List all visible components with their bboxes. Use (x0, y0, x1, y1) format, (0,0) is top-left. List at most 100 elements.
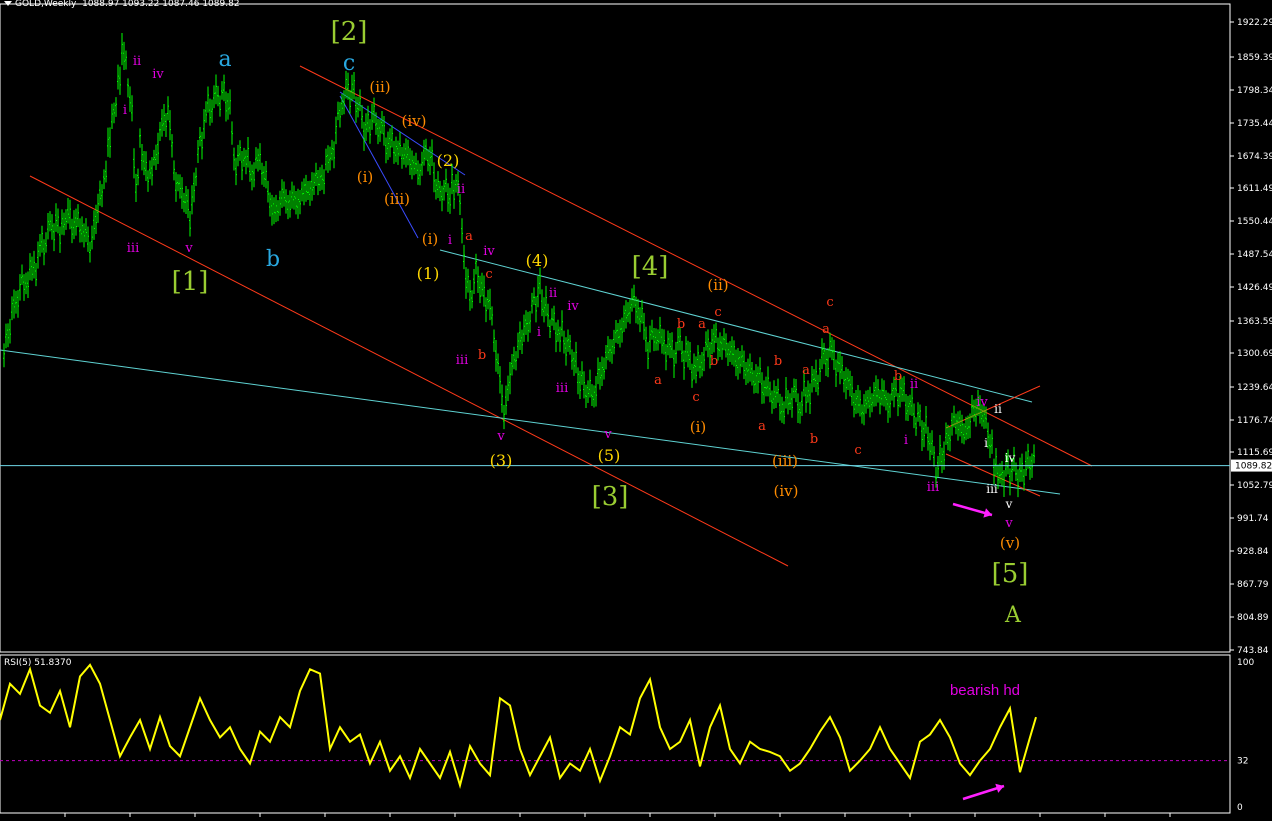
wave-label: (iii) (772, 452, 798, 470)
wave-label: iii (927, 480, 939, 495)
wave-label: a (758, 419, 766, 434)
chart-stage: 1922.29 1859.39 1798.34 1735.44 1674.39 1611.… (0, 0, 1272, 817)
wave-label: (3) (490, 451, 513, 470)
price-tick-label: 743.84 (1237, 646, 1269, 656)
wave-label: b (810, 432, 818, 447)
wave-label: v (184, 241, 193, 256)
price-tick-label: 1735.44 (1237, 119, 1272, 129)
wave-label: iv (1005, 451, 1016, 465)
wave-label: ii (457, 182, 465, 197)
wave-label: b (894, 369, 902, 384)
price-tick-label: 1859.39 (1237, 53, 1272, 63)
wave-label: iv (483, 244, 495, 259)
rsi-tick-label: 0 (1237, 803, 1243, 813)
wave-label: c (826, 295, 833, 310)
wave-label: i (448, 233, 452, 248)
chart-header: GOLD,Weekly 1088.97 1093.22 1087.46 1089… (4, 0, 240, 9)
wave-label: a (802, 363, 810, 378)
price-tick-label: 1052.79 (1237, 481, 1272, 491)
price-tick-label: 1363.59 (1237, 317, 1272, 327)
wave-label: [1] (172, 267, 209, 297)
channel-line (439, 249, 1033, 403)
wave-label: ii (994, 402, 1002, 416)
chart-canvas: 1922.29 1859.39 1798.34 1735.44 1674.39 1611.… (0, 3, 1272, 817)
wave-label: (5) (598, 446, 621, 465)
wave-label: (4) (526, 251, 549, 270)
wave-label: (i) (690, 418, 707, 436)
wave-label: iii (556, 381, 568, 396)
wave-label: iv (567, 299, 579, 314)
wave-label: c (485, 267, 492, 282)
price-tick-label: 1426.49 (1237, 283, 1272, 293)
wave-label: ii (910, 377, 918, 392)
wave-label: ii (133, 54, 141, 69)
wave-label: (ii) (707, 276, 728, 294)
wave-label: iii (127, 241, 139, 256)
wave-label: b (774, 354, 782, 369)
wave-label: [4] (632, 252, 669, 282)
dropdown-triangle-icon[interactable] (4, 1, 12, 6)
wave-label: i (537, 325, 541, 340)
wave-label: ii (549, 286, 557, 301)
wave-label: (iv) (774, 482, 799, 500)
wave-label: (iii) (384, 190, 410, 208)
wave-label: a (465, 229, 473, 244)
wave-label: c (854, 443, 861, 458)
wave-label: iii (986, 482, 998, 496)
price-tick-label: 1550.44 (1237, 217, 1272, 227)
price-tick-label: 867.79 (1237, 580, 1269, 590)
wave-label: a (654, 373, 662, 388)
wave-label: v (1004, 516, 1013, 531)
price-tick-label: 804.89 (1237, 613, 1269, 623)
ohlc-readout: 1088.97 1093.22 1087.46 1089.82 (82, 0, 240, 9)
price-tick-label: 1300.69 (1237, 349, 1272, 359)
price-tick-label: 1611.49 (1237, 184, 1272, 194)
current-price-label: 1089.82 (1235, 462, 1272, 472)
wave-label: c (692, 390, 699, 405)
wave-label: (2) (437, 151, 460, 170)
wave-label: (i) (422, 230, 439, 248)
wave-label: c (714, 305, 721, 320)
rsi-tick-label: 32 (1237, 757, 1248, 767)
price-tick-label: 1115.69 (1237, 448, 1272, 458)
rsi-line (0, 663, 1037, 789)
price-tick-label: 1487.54 (1237, 250, 1272, 260)
price-pane-frame (0, 3, 1231, 653)
wave-label: b (266, 247, 280, 272)
wave-label: i (904, 433, 908, 448)
wave-label: c (343, 51, 355, 76)
wave-label: i (984, 436, 988, 450)
wave-label: b (478, 348, 486, 363)
wave-label: (1) (417, 264, 440, 283)
price-tick-label: 1798.34 (1237, 86, 1272, 96)
wave-label: a (698, 317, 706, 332)
wave-label: b (710, 354, 718, 369)
wave-label: (v) (1000, 534, 1020, 552)
wave-label: v (496, 429, 505, 444)
price-tick-label: 1922.29 (1237, 18, 1272, 28)
wave-label: A (1004, 603, 1022, 628)
rsi-pane-frame (0, 654, 1231, 814)
price-tick-label: 928.84 (1237, 547, 1269, 557)
wave-label: a (822, 322, 830, 337)
wave-label: iv (976, 395, 988, 410)
wave-label: iv (152, 67, 164, 82)
price-tick-label: 1176.74 (1237, 416, 1272, 426)
wave-label: bearish hd (950, 682, 1020, 699)
price-tick-label: 1674.39 (1237, 152, 1272, 162)
price-tick-label: 1239.64 (1237, 383, 1272, 393)
wave-label: (iv) (402, 112, 427, 130)
symbol-label: GOLD,Weekly (15, 0, 77, 9)
rsi-tick-label: 100 (1237, 658, 1254, 668)
price-tick-label: 991.74 (1237, 514, 1269, 524)
wave-label: v (603, 427, 612, 442)
wave-label: v (1005, 497, 1013, 511)
wave-label: [2] (331, 17, 368, 47)
wave-label: a (218, 47, 231, 72)
wave-label: i (123, 103, 127, 118)
wave-label: [5] (992, 559, 1029, 589)
rsi-header: RSI(5) 51.8370 (4, 658, 72, 668)
wave-label: (i) (357, 168, 374, 186)
wave-label: iii (456, 353, 468, 368)
wave-label: b (677, 317, 685, 332)
